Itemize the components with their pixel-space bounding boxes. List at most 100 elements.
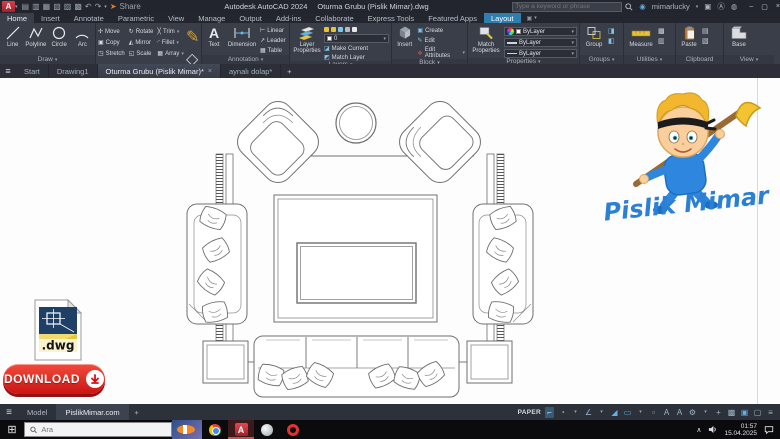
insert-tool[interactable]: Insert (394, 25, 415, 48)
save-as-icon[interactable]: ▧ (53, 2, 61, 12)
tab-featured-apps[interactable]: Featured Apps (421, 13, 484, 23)
print-icon[interactable]: ▩ (74, 2, 82, 12)
layout-menu-icon[interactable]: ≡ (0, 404, 18, 420)
paste-tool[interactable]: Paste (678, 25, 700, 48)
panel-label-clipboard[interactable]: Clipboard (686, 56, 714, 63)
polar-tracking-icon[interactable]: ∠ (584, 407, 593, 418)
table-tool[interactable]: ▦Table (260, 47, 286, 54)
tab-collaborate[interactable]: Collaborate (308, 13, 360, 23)
taskbar-autocad[interactable]: A (228, 420, 254, 439)
signed-in-user[interactable]: mimarlucky (652, 2, 690, 11)
panel-label-annotation[interactable]: Annotation (228, 56, 259, 63)
panel-expand-caret-icon[interactable]: ▾ (55, 57, 58, 63)
weather-widget[interactable] (172, 420, 202, 439)
clock[interactable]: 01:57 15.04.2025 (724, 423, 757, 437)
panel-label-utilities[interactable]: Utilities (637, 56, 658, 63)
tab-parametric[interactable]: Parametric (111, 13, 161, 23)
lineweight-dropdown[interactable]: ByLayer ▾ (504, 38, 577, 47)
taskbar-search[interactable] (24, 422, 172, 437)
tab-express-tools[interactable]: Express Tools (361, 13, 422, 23)
app-store-icon[interactable]: ▣ (704, 2, 711, 11)
help-search-input[interactable] (515, 3, 619, 10)
dimension-tool[interactable]: Dimension (226, 25, 258, 48)
armchair-left[interactable] (231, 95, 324, 188)
taskbar-search-input[interactable] (41, 425, 166, 434)
drawing-canvas[interactable]: Pislik Mimar .dwg DOWNLOAD (0, 78, 780, 404)
grid-display-icon[interactable]: ◔ (558, 407, 567, 418)
tab-output[interactable]: Output (232, 13, 269, 23)
copy-tool[interactable]: ▣Copy (98, 37, 125, 48)
side-table-right[interactable] (467, 341, 512, 383)
maximize-button[interactable]: ▢ (761, 3, 768, 11)
paper-space-label[interactable]: PAPER (518, 409, 541, 416)
edit-attributes-tool[interactable]: ❖Edit Attributes▾ (417, 47, 465, 59)
block-edit-tool[interactable]: ✎Edit (417, 37, 465, 44)
download-button[interactable]: DOWNLOAD (3, 364, 105, 394)
armchair-right[interactable] (393, 95, 486, 188)
ribbon-collapse-caret-icon[interactable]: ▾ (534, 15, 537, 21)
line-tool[interactable]: Line (2, 25, 23, 48)
redo-icon[interactable]: ↷ (95, 2, 102, 12)
layer-state-icons[interactable] (324, 27, 389, 32)
fillet-tool[interactable]: ◜Fillet▾ (157, 37, 184, 48)
tab-layout[interactable]: Layout (484, 13, 521, 23)
ucs-icon[interactable]: ⌐ (545, 407, 554, 418)
plot-icon[interactable]: ▨ (64, 2, 72, 12)
save-icon[interactable]: ▦ (43, 2, 51, 12)
block-create-tool[interactable]: ▣Create (417, 27, 465, 34)
file-tab-start[interactable]: Start (16, 64, 49, 78)
volume-icon[interactable] (708, 425, 717, 434)
color-dropdown[interactable]: ByLayer ▾ (504, 27, 577, 36)
new-file-icon[interactable]: ▤ (22, 2, 30, 12)
layer-thaw-icon[interactable] (331, 27, 336, 32)
customization-menu-icon[interactable]: ≡ (766, 407, 775, 418)
rotate-tool[interactable]: ↻Rotate (129, 26, 154, 37)
taskbar-app-3[interactable] (254, 420, 280, 439)
annotation-monitor-icon[interactable]: ▣ (740, 407, 749, 418)
layout-tab-pislikmimar[interactable]: PislikMimar.com (56, 404, 128, 420)
chevron-down-icon[interactable]: ▾ (636, 407, 645, 418)
tab-add-ins[interactable]: Add-ins (269, 13, 308, 23)
panel-expand-caret-icon[interactable]: ▾ (261, 57, 264, 63)
close-button[interactable]: × (776, 3, 780, 11)
ungroup-icon[interactable]: ◨ (608, 27, 615, 35)
chevron-down-icon[interactable]: ▾ (597, 407, 606, 418)
settings-gear-icon[interactable]: ⚙ (688, 407, 697, 418)
panel-label-view[interactable]: View (740, 56, 754, 63)
round-table[interactable] (336, 103, 376, 143)
chevron-down-icon[interactable]: ▾ (701, 407, 710, 418)
help-icon[interactable]: ◍ (731, 2, 738, 11)
base-tool[interactable]: Base (726, 25, 752, 48)
close-tab-icon[interactable]: × (208, 68, 212, 75)
group-edit-icon[interactable]: ◧ (608, 37, 615, 45)
panel-expand-caret-icon[interactable]: ▾ (612, 57, 615, 63)
app-menu-caret-icon[interactable]: ▾ (15, 4, 18, 10)
erase-icon[interactable]: ✎ (186, 27, 199, 47)
notification-icon[interactable] (764, 425, 774, 435)
panel-label-groups[interactable]: Groups (589, 56, 610, 63)
autodesk-a-icon[interactable]: Ⓐ (717, 1, 725, 12)
linear-tool[interactable]: ⊢Linear (260, 27, 286, 34)
tab-insert[interactable]: Insert (34, 13, 67, 23)
copy-clip-icon[interactable]: ▤ (702, 27, 709, 35)
ribbon-options[interactable]: ▣ ▾ (521, 13, 543, 23)
scale-tool[interactable]: ◱Scale (129, 48, 154, 59)
tab-annotate[interactable]: Annotate (67, 13, 111, 23)
selection-cycling-icon[interactable]: ▫ (649, 407, 658, 418)
tab-home[interactable]: Home (0, 13, 34, 23)
layer-properties-tool[interactable]: Layer Properties (292, 25, 322, 54)
text-tool[interactable]: A Text (204, 25, 224, 48)
taskbar-chrome[interactable] (202, 420, 228, 439)
match-layer-tool[interactable]: ◩Match Layer (324, 54, 389, 61)
coffee-table[interactable] (297, 243, 416, 303)
match-properties-tool[interactable]: Match Properties (470, 25, 502, 54)
autoscale-icon[interactable]: A (675, 407, 684, 418)
measure-tool[interactable]: Measure (626, 25, 656, 48)
side-table-left[interactable] (203, 341, 248, 383)
tab-manage[interactable]: Manage (191, 13, 232, 23)
layer-freeze-icon[interactable] (352, 27, 357, 32)
layer-on-icon[interactable] (324, 27, 329, 32)
id-point-icon[interactable]: ▥ (658, 37, 665, 45)
cut-icon[interactable]: ▧ (702, 37, 709, 45)
help-search-box[interactable] (512, 2, 622, 12)
